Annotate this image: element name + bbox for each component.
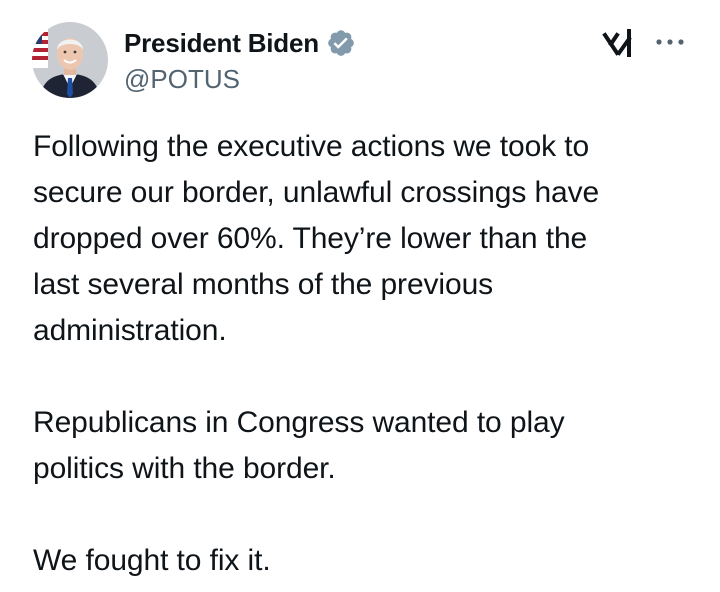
tweet-paragraph: We fought to fix it. [33, 544, 271, 577]
name-row: President Biden [124, 26, 356, 60]
avatar[interactable] [32, 22, 108, 98]
tweet-text: Following the executive actions we took … [33, 124, 693, 584]
tweet-card: President Biden @POTUS Following the exe… [0, 0, 720, 592]
verified-badge-icon[interactable] [326, 28, 356, 58]
author-block: President Biden @POTUS [124, 26, 356, 95]
avatar-portrait-image [32, 22, 108, 98]
display-name[interactable]: President Biden [124, 28, 319, 59]
grok-icon[interactable] [602, 26, 636, 60]
tweet-paragraph: Republicans in Congress wanted to play p… [33, 406, 565, 485]
more-dots-icon[interactable] [652, 30, 688, 54]
handle[interactable]: @POTUS [124, 64, 356, 95]
tweet-paragraph: Following the executive actions we took … [33, 130, 600, 347]
